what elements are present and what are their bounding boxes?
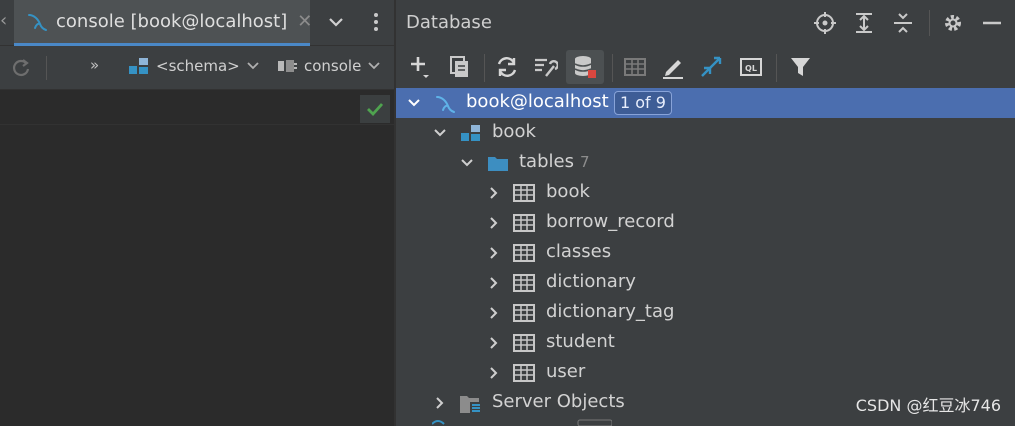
table-view-icon[interactable]: [622, 54, 648, 84]
server-objects-label: Server Objects: [492, 391, 625, 412]
mysql-dolphin-icon: [436, 96, 455, 113]
tables-count: 7: [580, 153, 590, 171]
schema-icon: [461, 125, 480, 141]
table-row[interactable]: classes: [396, 238, 1015, 268]
schema-selector[interactable]: <schema>: [128, 56, 260, 76]
table-label: dictionary_tag: [546, 301, 675, 322]
mysql-dolphin-icon: [28, 13, 47, 31]
panel-title: Database: [406, 12, 492, 33]
add-icon[interactable]: [408, 54, 434, 84]
chevron-down-icon[interactable]: [432, 125, 448, 141]
chevron-right-icon[interactable]: [486, 305, 502, 321]
tables-folder-label: tables: [519, 151, 574, 172]
edit-icon[interactable]: [660, 54, 686, 84]
chevron-down-icon: [247, 62, 259, 70]
close-icon[interactable]: ✕: [297, 11, 312, 32]
tab-console[interactable]: console [book@localhost] ✕: [14, 0, 312, 46]
table-icon: [513, 364, 535, 382]
sql-editor[interactable]: [0, 126, 396, 426]
chevron-down-icon[interactable]: [459, 155, 475, 171]
table-icon: [513, 274, 535, 292]
table-row[interactable]: dictionary: [396, 268, 1015, 298]
database-toolbar: QL: [396, 46, 1015, 88]
chevron-right-icon[interactable]: [486, 365, 502, 381]
more-vertical-icon[interactable]: [366, 10, 386, 34]
header-separator: [929, 10, 930, 36]
database-stop-icon[interactable]: [572, 54, 598, 84]
server-objects-icon: [460, 396, 481, 414]
table-label: book: [546, 181, 590, 202]
schema-selector-label: <schema>: [156, 57, 240, 75]
table-icon: [513, 184, 535, 202]
toolbar-overflow-button[interactable]: »: [90, 56, 99, 74]
plug-icon: [278, 60, 297, 72]
mysql-dolphin-icon: [432, 419, 612, 426]
tree-item-schema[interactable]: book: [396, 118, 1015, 148]
tab-label: console [book@localhost]: [56, 11, 288, 32]
minimize-icon[interactable]: [980, 11, 1004, 39]
table-icon: [513, 214, 535, 232]
table-label: classes: [546, 241, 612, 262]
editor-tab-bar: ‹ console [book@localhost] ✕: [0, 0, 396, 46]
folder-icon: [488, 157, 508, 171]
tree-item-tables-folder[interactable]: tables 7: [396, 148, 1015, 178]
table-icon: [513, 334, 535, 352]
schema-count-badge[interactable]: 1 of 9: [614, 91, 672, 115]
database-tree: book@localhost 1 of 9 book tables 7 book…: [396, 88, 1015, 426]
table-row[interactable]: book: [396, 178, 1015, 208]
toolbar-separator: [612, 54, 613, 82]
schema-label: book: [492, 121, 536, 142]
toolbar-separator: [46, 56, 47, 80]
editor-gutter-strip: [0, 91, 396, 125]
collapse-all-icon[interactable]: [891, 11, 915, 39]
expand-all-icon[interactable]: [852, 11, 876, 39]
session-selector[interactable]: console: [276, 56, 381, 76]
jump-to-source-icon[interactable]: [698, 54, 724, 84]
table-row[interactable]: user: [396, 358, 1015, 388]
database-panel-header: Database: [396, 0, 1015, 46]
editor-pane: ‹ console [book@localhost] ✕ » <schema>: [0, 0, 396, 426]
chevron-right-icon[interactable]: [486, 215, 502, 231]
console-toolbar: » <schema> console: [0, 46, 396, 90]
table-row[interactable]: student: [396, 328, 1015, 358]
table-label: student: [546, 331, 615, 352]
refresh-icon[interactable]: [10, 57, 32, 83]
table-icon: [513, 244, 535, 262]
session-selector-label: console: [304, 57, 362, 75]
table-label: user: [546, 361, 586, 382]
table-row[interactable]: borrow_record: [396, 208, 1015, 238]
table-row[interactable]: dictionary_tag: [396, 298, 1015, 328]
tree-item-connection[interactable]: book@localhost 1 of 9: [396, 88, 1015, 118]
crosshair-icon[interactable]: [813, 11, 837, 39]
duplicate-icon[interactable]: [446, 54, 472, 84]
connection-label: book@localhost: [466, 91, 609, 112]
table-label: borrow_record: [546, 211, 675, 232]
database-tools-icon[interactable]: [532, 54, 560, 84]
filter-icon[interactable]: [788, 54, 814, 84]
chevron-right-icon[interactable]: [486, 335, 502, 351]
chevron-down-icon: [368, 62, 380, 70]
check-icon: [360, 95, 390, 123]
watermark: CSDN @红豆冰746: [855, 396, 1001, 415]
table-icon: [513, 304, 535, 322]
tab-scroll-left-icon[interactable]: ‹: [0, 10, 7, 31]
chevron-down-icon[interactable]: [406, 95, 422, 111]
svg-text:QL: QL: [745, 64, 757, 73]
table-label: dictionary: [546, 271, 636, 292]
gear-icon[interactable]: [941, 11, 965, 39]
chevron-right-icon[interactable]: [486, 245, 502, 261]
refresh-icon[interactable]: [494, 54, 520, 84]
schema-icon: [129, 58, 148, 74]
chevron-down-icon[interactable]: [326, 12, 346, 36]
toolbar-separator: [776, 54, 777, 82]
chevron-right-icon[interactable]: [432, 395, 448, 411]
query-console-icon[interactable]: QL: [738, 54, 764, 84]
chevron-right-icon[interactable]: [486, 185, 502, 201]
chevron-right-icon[interactable]: [486, 275, 502, 291]
database-panel: Database QL book@localhost 1 of 9 book t…: [396, 0, 1015, 426]
toolbar-separator: [484, 54, 485, 82]
